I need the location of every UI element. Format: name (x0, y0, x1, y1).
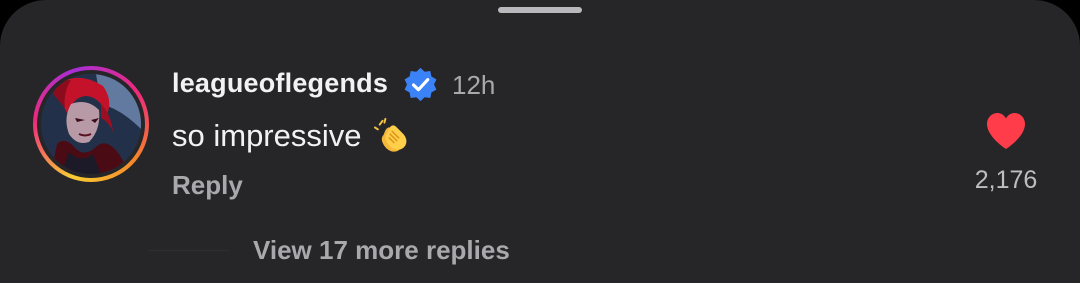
comment-username[interactable]: leagueoflegends (172, 68, 388, 99)
comments-sheet: leagueoflegends 12h so impressive Reply … (0, 0, 1080, 283)
comment-timestamp: 12h (452, 70, 496, 100)
sheet-drag-handle[interactable] (498, 7, 582, 13)
replies-divider-line (148, 250, 230, 251)
verified-badge-icon (404, 67, 437, 102)
avatar[interactable] (33, 66, 149, 182)
comment-body: so impressive (172, 117, 412, 155)
heart-icon[interactable] (985, 111, 1027, 151)
view-more-replies-button[interactable]: View 17 more replies (253, 235, 510, 266)
reply-button[interactable]: Reply (172, 170, 243, 201)
like-count: 2,176 (974, 166, 1038, 194)
clapping-hands-icon (373, 117, 406, 152)
avatar-image (41, 74, 141, 174)
comment-text: so impressive (172, 118, 362, 153)
